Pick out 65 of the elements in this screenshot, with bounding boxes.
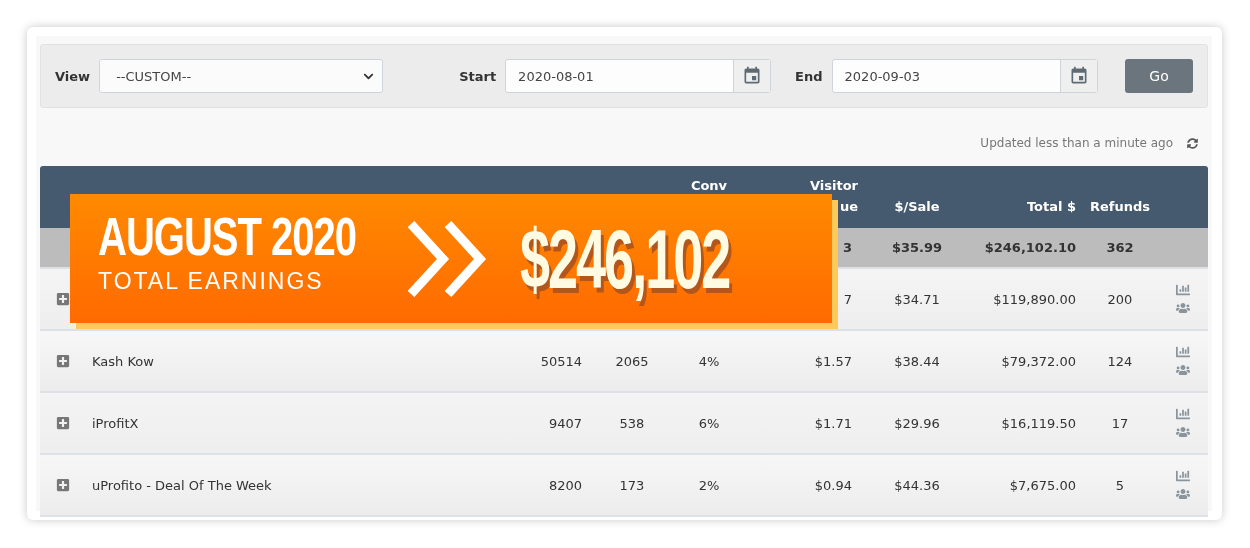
table-cell-text: $16,119.50 (1000, 415, 1077, 431)
table-cell-text: 124 (1106, 353, 1134, 369)
view-label: View (55, 68, 91, 84)
table-cell-text: Kash Kow (91, 353, 155, 369)
banner-subtitle: TOTAL EARNINGS (98, 268, 324, 295)
table-cell-text: $119,890.00 (992, 291, 1077, 307)
table-cell-text: 50514 (539, 353, 583, 369)
calendar-icon[interactable] (733, 60, 771, 92)
go-button[interactable]: Go (1125, 59, 1193, 93)
column-header: $/Sale (893, 198, 941, 216)
table-cell-text: 6% (697, 415, 721, 431)
table-cell-text: 2065 (614, 353, 650, 369)
column-header: Conv (689, 177, 729, 195)
double-chevron-icon (408, 220, 488, 297)
table-cell-text: $1.57 (813, 353, 853, 369)
table-cell-text: uProfito - Deal Of The Week (91, 477, 273, 493)
users-icon[interactable] (1176, 363, 1190, 377)
table-cell-text: $38.44 (893, 353, 941, 369)
users-icon[interactable] (1176, 301, 1190, 315)
table-cell-text: 362 (1105, 240, 1135, 255)
bar-chart-icon[interactable] (1176, 283, 1190, 297)
table-cell-text: $0.94 (813, 477, 853, 493)
table-cell-text: $34.71 (893, 291, 941, 307)
table-cell-text: 5 (1114, 477, 1126, 493)
expand-icon[interactable] (56, 478, 70, 492)
table-cell-text: 8200 (547, 477, 583, 493)
updated-text: Updated less than a minute ago (980, 136, 1173, 150)
table-cell-text: $7,675.00 (1008, 477, 1077, 493)
table-cell-text: 9407 (547, 415, 583, 431)
table-cell-text: $35.99 (890, 240, 944, 255)
refresh-icon[interactable] (1187, 137, 1198, 149)
start-label: Start (459, 68, 497, 84)
table-cell-text: 3 (841, 240, 853, 255)
table-cell-text: 17 (1110, 415, 1130, 431)
start-date-field[interactable]: 2020-08-01 (505, 59, 772, 93)
bar-chart-icon[interactable] (1176, 345, 1190, 359)
table-cell-text: 200 (1106, 291, 1134, 307)
table-cell-text: $79,372.00 (1000, 353, 1077, 369)
expand-icon[interactable] (56, 416, 70, 430)
table-cell-text: $44.36 (893, 477, 941, 493)
earnings-amount: $246,102 (520, 211, 730, 307)
table-cell-text: $29.96 (893, 415, 941, 431)
table-cell-text: $1.71 (813, 415, 853, 431)
banner-title: AUGUST 2020 (98, 206, 356, 266)
table-cell-text: $246,102.10 (983, 240, 1077, 255)
calendar-icon[interactable] (1059, 60, 1097, 92)
table-cell-text: iProfitX (91, 415, 140, 431)
column-header: Total $ (1025, 198, 1076, 216)
table-cell-text: 7 (842, 291, 853, 307)
view-select[interactable]: --CUSTOM-- (99, 59, 384, 93)
expand-icon[interactable] (56, 354, 70, 368)
table-cell-text: 2% (697, 477, 721, 493)
expand-icon[interactable] (56, 292, 70, 306)
table-cell-text: 538 (618, 415, 646, 431)
users-icon[interactable] (1176, 425, 1190, 439)
end-date-field[interactable]: 2020-09-03 (831, 59, 1098, 93)
column-header: Refunds (1088, 198, 1151, 216)
bar-chart-icon[interactable] (1176, 407, 1190, 421)
end-label: End (795, 68, 823, 84)
bar-chart-icon[interactable] (1176, 469, 1190, 483)
users-icon[interactable] (1176, 487, 1190, 501)
column-header: ue (838, 198, 858, 216)
table-cell-text: 4% (697, 353, 721, 369)
table-cell-text: 173 (618, 477, 646, 493)
column-header: Visitor (808, 177, 858, 195)
